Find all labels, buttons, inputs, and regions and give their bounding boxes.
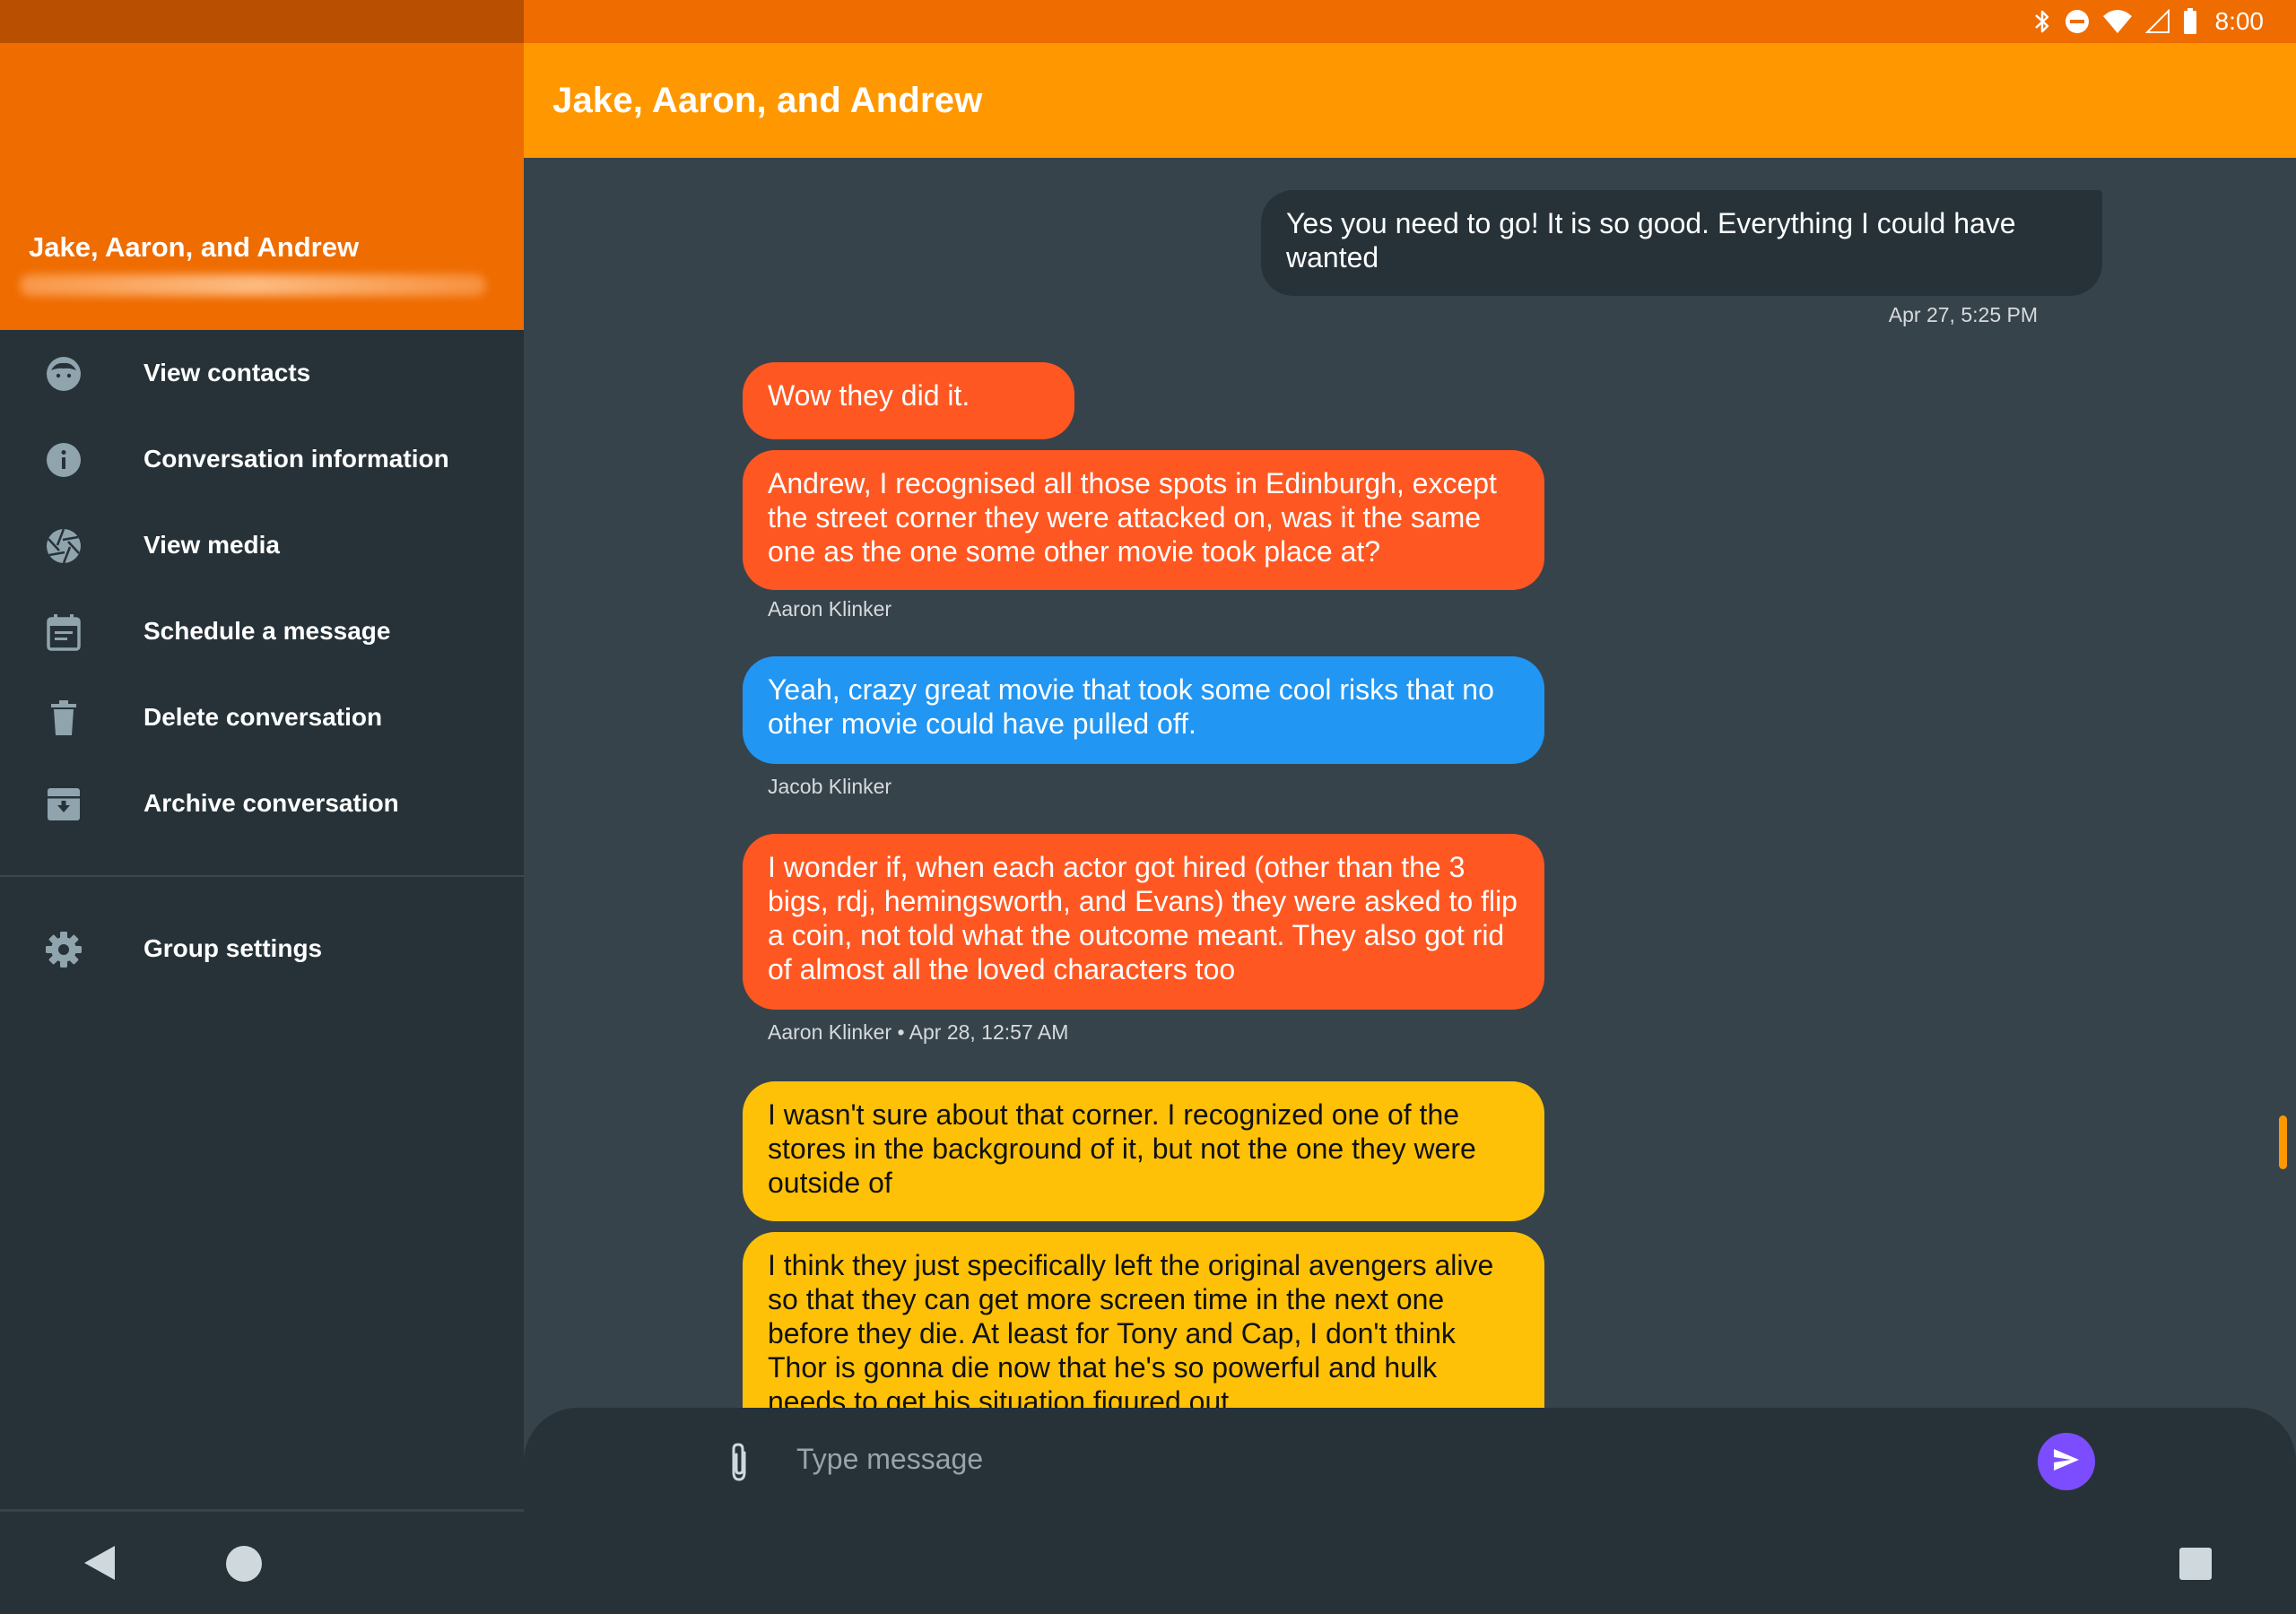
info-icon [45,441,83,479]
status-bar-left [0,0,524,43]
face-icon [45,355,83,393]
system-navigation-bar [0,1512,2296,1614]
menu-divider [0,875,524,877]
trash-icon [45,699,83,737]
menu-item-view-contacts[interactable]: View contacts [0,330,524,416]
message-bubble-received[interactable]: I wonder if, when each actor got hired (… [743,834,1544,1010]
menu-item-schedule-message[interactable]: Schedule a message [0,588,524,674]
menu-item-label: Archive conversation [144,789,399,817]
menu-item-view-media[interactable]: View media [0,502,524,588]
wifi-icon [2102,9,2133,34]
status-clock: 8:00 [2214,7,2265,35]
message-sender: Jacob Klinker [768,775,892,798]
message-bubble-received[interactable]: I wasn't sure about that corner. I recog… [743,1081,1544,1221]
gear-icon [45,931,83,968]
menu-item-label: Schedule a message [144,617,391,645]
cell-signal-icon [2144,9,2170,34]
menu-item-group-settings[interactable]: Group settings [0,906,524,992]
menu-item-label: Delete conversation [144,703,383,731]
menu-item-archive-conversation[interactable]: Archive conversation [0,760,524,846]
do-not-disturb-icon [2065,9,2090,34]
camera-shutter-icon [45,527,83,565]
drawer-title: Jake, Aaron, and Andrew [29,231,360,263]
calendar-icon [45,613,83,651]
message-timestamp: Apr 27, 5:25 PM [1888,303,2038,326]
scrollbar-thumb[interactable] [2279,1115,2287,1169]
message-bubble-received[interactable]: I think they just specifically left the … [743,1232,1544,1408]
send-button[interactable] [2038,1433,2095,1490]
drawer-menu: View contacts Conversation information V… [0,330,524,992]
message-bubble-received[interactable]: Andrew, I recognised all those spots in … [743,450,1544,590]
message-list[interactable]: Yes you need to go! It is so good. Every… [524,158,2296,1408]
drawer-header: Jake, Aaron, and Andrew [0,43,524,330]
battery-icon [2183,8,2197,35]
menu-item-label: Conversation information [144,445,449,473]
recents-square-icon[interactable] [2179,1548,2212,1580]
paperclip-icon[interactable] [721,1440,757,1485]
navigation-drawer: Jake, Aaron, and Andrew View contacts Co… [0,43,524,1509]
message-composer [524,1408,2296,1512]
send-icon [2053,1448,2080,1476]
menu-item-label: View contacts [144,359,311,386]
home-circle-icon[interactable] [226,1546,262,1582]
toolbar: Jake, Aaron, and Andrew [524,43,2296,158]
menu-item-label: View media [144,531,281,559]
message-bubble-received[interactable]: Wow they did it. [743,362,1074,439]
menu-item-delete-conversation[interactable]: Delete conversation [0,674,524,760]
menu-item-conversation-information[interactable]: Conversation information [0,416,524,502]
menu-item-label: Group settings [144,934,323,962]
bluetooth-icon [2032,8,2052,35]
status-bar: 8:00 [524,0,2296,43]
back-triangle-icon[interactable] [83,1544,117,1586]
archive-icon [45,785,83,823]
message-bubble-sent[interactable]: Yes you need to go! It is so good. Every… [1261,190,2102,296]
message-sender: Aaron Klinker [768,597,892,620]
drawer-subtitle-redacted [20,274,486,296]
message-sender-timestamp: Aaron Klinker • Apr 28, 12:57 AM [768,1020,1069,1044]
message-input[interactable] [795,1431,1961,1487]
conversation-title: Jake, Aaron, and Andrew [552,81,983,120]
message-bubble-received[interactable]: Yeah, crazy great movie that took some c… [743,656,1544,764]
